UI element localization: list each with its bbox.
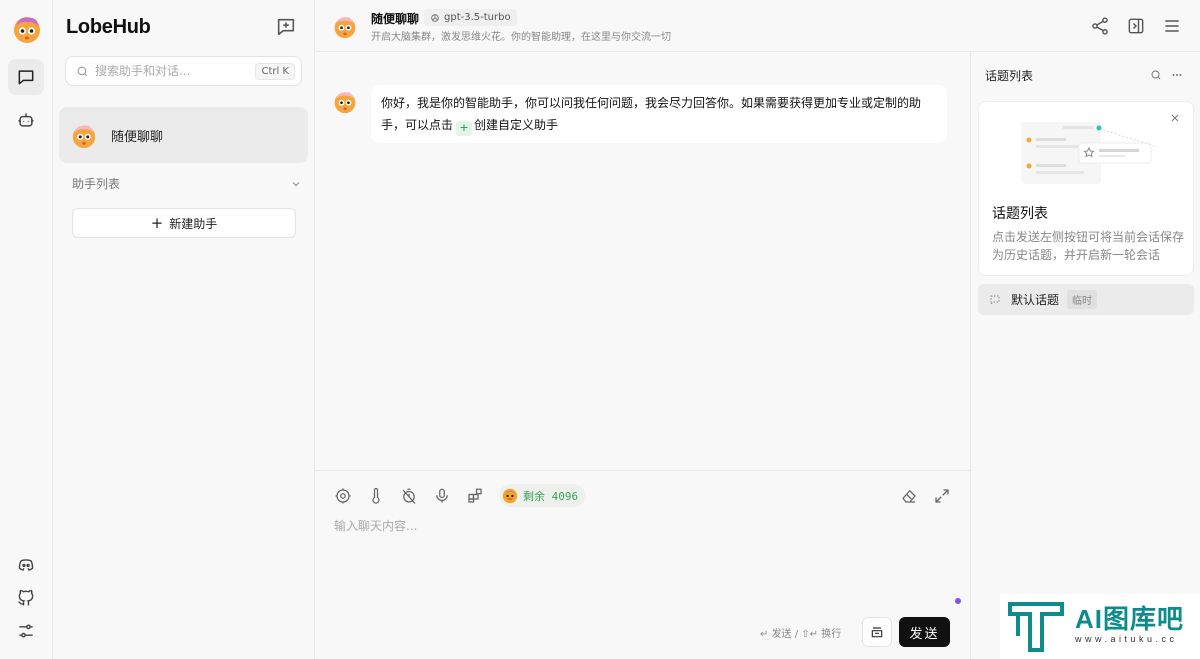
settings-button[interactable]	[8, 613, 44, 649]
search-box[interactable]: Ctrl K	[65, 56, 302, 86]
send-button[interactable]: 发送	[899, 617, 950, 647]
topic-tag: 临时	[1067, 290, 1098, 309]
chat-nav-button[interactable]	[8, 59, 44, 95]
token-label: 剩余 4096	[523, 489, 579, 503]
chat-list: 你好，我是你的智能助手，你可以问我任何问题，我会尽力回答你。如果需要获得更加专业…	[315, 52, 970, 470]
search-input[interactable]	[95, 64, 256, 78]
topic-title: 默认话题	[1011, 293, 1060, 307]
watermark-url: www.aituku.cc	[1075, 634, 1178, 644]
menu-icon	[1165, 20, 1179, 32]
market-nav-button[interactable]	[8, 102, 44, 138]
add-agent-label: 新建助手	[169, 216, 218, 231]
plugins-button[interactable]	[466, 487, 484, 505]
search-icon	[77, 66, 88, 76]
panel-right-icon	[1128, 18, 1144, 34]
plus-icon: +	[150, 213, 164, 232]
assistant-avatar	[334, 92, 356, 114]
session-sidebar: LobeHub Ctrl K 随便聊聊 助手列表 + 新建助手	[53, 0, 315, 659]
menu-button[interactable]	[1162, 16, 1182, 36]
save-topic-button[interactable]	[862, 617, 892, 647]
voice-input-button[interactable]	[433, 487, 451, 505]
brand-logo: LobeHub	[66, 16, 151, 38]
topic-panel: 话题列表 话题列表 点击发送左侧按钮可将当前会话保存为历史话题，并开启新一轮会话…	[955, 52, 1200, 659]
assistant-message: 你好，我是你的智能助手，你可以问我任何问题，我会尽力回答你。如果需要获得更加专业…	[371, 85, 947, 143]
agent-description: 开启大脑集群，激发思维火花。你的智能助理，在这里与你交流一切	[371, 32, 671, 43]
session-item[interactable]: 随便聊聊	[59, 107, 308, 163]
share-button[interactable]	[1090, 16, 1110, 36]
agent-title: 随便聊聊	[371, 12, 420, 26]
expand-icon	[935, 489, 949, 503]
agent-group-label: 助手列表	[72, 177, 121, 191]
blocks-icon	[468, 488, 482, 503]
microphone-icon	[436, 488, 448, 503]
watermark-logo-icon	[1008, 602, 1064, 652]
thermometer-icon	[372, 487, 380, 504]
chat-input-area: 剩余 4096 ↵ 发送 / ⇧↵ 换行 发送	[315, 470, 970, 659]
new-chat-button[interactable]	[275, 16, 299, 40]
bot-icon	[18, 113, 34, 127]
dashed-chat-icon	[990, 295, 1000, 305]
message-plus-icon	[277, 18, 295, 36]
keyboard-hint: ↵ 发送 / ⇧↵ 换行	[760, 629, 842, 640]
add-agent-button[interactable]: + 新建助手	[72, 208, 296, 238]
token-counter[interactable]: 剩余 4096	[499, 484, 586, 507]
model-name: gpt-3.5-turbo	[444, 12, 511, 23]
topic-item[interactable]: 默认话题 临时	[978, 284, 1194, 315]
toggle-panel-button[interactable]	[1126, 16, 1146, 36]
search-icon[interactable]	[1150, 69, 1162, 81]
sliders-icon	[19, 624, 33, 638]
chevron-down-icon	[292, 181, 300, 186]
history-limit-button[interactable]	[400, 487, 418, 505]
chat-header: 随便聊聊 gpt-3.5-turbo 开启大脑集群，激发思维火花。你的智能助理，…	[315, 0, 1200, 52]
more-icon[interactable]	[1171, 69, 1183, 81]
discord-button[interactable]	[8, 547, 44, 583]
create-agent-badge[interactable]: +	[456, 120, 473, 136]
discord-icon	[18, 559, 34, 571]
chat-input[interactable]	[334, 517, 954, 597]
agent-avatar	[334, 17, 356, 39]
message-text-after: 创建自定义助手	[474, 118, 559, 132]
watermark-text: AI图库吧	[1075, 604, 1185, 634]
session-title: 随便聊聊	[111, 129, 164, 145]
github-button[interactable]	[8, 580, 44, 616]
nav-rail	[0, 0, 53, 659]
topic-panel-title: 话题列表	[985, 69, 1034, 83]
archive-icon	[871, 627, 883, 638]
expand-button[interactable]	[933, 487, 951, 505]
model-tag[interactable]: gpt-3.5-turbo	[424, 9, 517, 26]
chat-bubble-icon	[18, 70, 34, 85]
share-icon	[1092, 17, 1108, 35]
user-avatar[interactable]	[12, 14, 42, 44]
openai-icon	[431, 13, 439, 22]
gear-icon	[335, 488, 351, 504]
model-settings-button[interactable]	[334, 487, 352, 505]
eraser-icon	[902, 489, 916, 503]
topic-tip-card: 话题列表 点击发送左侧按钮可将当前会话保存为历史话题，并开启新一轮会话	[978, 101, 1194, 276]
emoji-face-icon	[502, 488, 518, 503]
tip-title: 话题列表	[992, 206, 1048, 222]
close-icon[interactable]	[1169, 112, 1181, 124]
clear-button[interactable]	[900, 487, 918, 505]
app-root: LobeHub Ctrl K 随便聊聊 助手列表 + 新建助手 随便聊聊 gpt…	[0, 0, 1200, 659]
status-dot	[955, 598, 961, 604]
watermark: AI图库吧 www.aituku.cc	[1000, 594, 1200, 659]
tip-description: 点击发送左侧按钮可将当前会话保存为历史话题，并开启新一轮会话	[992, 230, 1185, 262]
topic-illustration	[1021, 122, 1156, 184]
github-icon	[18, 589, 34, 606]
session-avatar	[72, 125, 96, 149]
temperature-button[interactable]	[367, 487, 385, 505]
agent-group-header[interactable]: 助手列表	[72, 175, 302, 192]
timer-off-icon	[402, 488, 416, 504]
search-shortcut: Ctrl K	[255, 62, 295, 80]
